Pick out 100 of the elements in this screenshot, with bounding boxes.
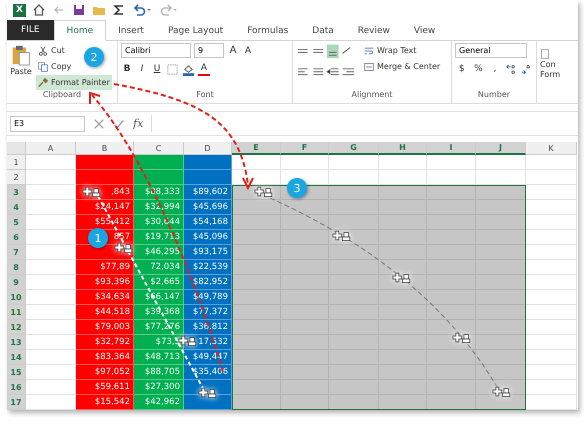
- table-cell: [232, 395, 281, 410]
- increase-decimal-icon[interactable]: [504, 62, 518, 76]
- row-header[interactable]: 16: [7, 380, 26, 395]
- shrink-font-button[interactable]: A: [242, 44, 254, 58]
- table-cell: [476, 230, 526, 245]
- copy-icon: [38, 62, 48, 72]
- table-cell: [281, 230, 329, 245]
- ribbon-tab[interactable]: Review: [346, 21, 402, 40]
- row-header[interactable]: 14: [7, 350, 26, 365]
- percent-button[interactable]: %: [472, 62, 486, 76]
- currency-button[interactable]: $: [455, 62, 469, 76]
- row-header[interactable]: 13: [7, 335, 26, 350]
- column-header[interactable]: H: [379, 142, 427, 155]
- ribbon-tab[interactable]: Formulas: [235, 21, 300, 40]
- name-box[interactable]: E3: [10, 116, 85, 132]
- group-label: Clipboard: [42, 90, 82, 102]
- column-header[interactable]: D: [184, 142, 232, 155]
- format-painter-button[interactable]: Format Painter: [36, 75, 112, 90]
- row-header[interactable]: 8: [7, 260, 26, 275]
- table-cell: $93,175: [184, 245, 232, 260]
- row-header[interactable]: 6: [7, 230, 26, 245]
- grow-font-button[interactable]: A: [227, 44, 239, 58]
- table-cell: [476, 260, 526, 275]
- table-cell: $24,147: [76, 200, 134, 215]
- row-header[interactable]: 1: [7, 155, 26, 170]
- column-header[interactable]: F: [281, 142, 329, 155]
- table-cell: $77,276: [134, 320, 184, 335]
- column-header[interactable]: C: [134, 142, 184, 155]
- table-cell: $46,295: [134, 245, 184, 260]
- sum-icon[interactable]: [112, 3, 126, 18]
- table-cell: [526, 365, 577, 380]
- insert-function-button[interactable]: fx: [133, 117, 144, 130]
- column-header[interactable]: A: [26, 142, 76, 155]
- table-cell: [379, 245, 427, 260]
- wrap-text-button[interactable]: Wrap Text: [362, 43, 442, 58]
- ribbon-tab[interactable]: View: [402, 21, 448, 40]
- column-header[interactable]: G: [329, 142, 379, 155]
- column-header[interactable]: K: [526, 142, 577, 155]
- row-header[interactable]: 4: [7, 200, 26, 215]
- table-cell: [526, 245, 577, 260]
- row-header[interactable]: 2: [7, 170, 26, 185]
- table-cell: $48,713: [134, 350, 184, 365]
- cancel-icon[interactable]: [93, 118, 105, 130]
- row-header[interactable]: 15: [7, 365, 26, 380]
- font-name-dropdown[interactable]: Calibri: [121, 43, 191, 58]
- borders-icon[interactable]: [166, 62, 179, 76]
- table-cell: [476, 305, 526, 320]
- table-cell: $59,611: [76, 380, 134, 395]
- table-cell: $88,333: [134, 185, 184, 200]
- plus-brush-cursor-icon: [80, 184, 102, 199]
- table-cell: [526, 395, 577, 410]
- column-header[interactable]: J: [476, 142, 526, 155]
- ribbon-tab[interactable]: Data: [300, 21, 346, 40]
- italic-button[interactable]: I: [136, 62, 148, 76]
- paste-button[interactable]: Paste: [10, 43, 32, 90]
- merge-center-button[interactable]: Merge & Center: [362, 59, 442, 74]
- table-cell: [526, 215, 577, 230]
- column-header[interactable]: E: [232, 142, 281, 155]
- row-header[interactable]: 5: [7, 215, 26, 230]
- row-header[interactable]: 12: [7, 320, 26, 335]
- row-header[interactable]: 17: [7, 395, 26, 410]
- table-cell: [476, 155, 526, 170]
- ribbon-tab[interactable]: Insert: [106, 21, 156, 40]
- row-header[interactable]: 3: [7, 185, 26, 200]
- table-cell: [526, 185, 577, 200]
- table-cell: [526, 350, 577, 365]
- table-cell: [379, 155, 427, 170]
- row-header[interactable]: 7: [7, 245, 26, 260]
- table-cell: [427, 395, 476, 410]
- column-header[interactable]: I: [427, 142, 476, 155]
- check-icon[interactable]: [113, 118, 125, 130]
- ribbon-tab[interactable]: FILE: [7, 20, 54, 40]
- save-icon[interactable]: [72, 3, 86, 18]
- table-cell: $66,147: [134, 290, 184, 305]
- home-icon[interactable]: [32, 3, 46, 18]
- table-cell: [476, 200, 526, 215]
- comma-button[interactable]: ,: [488, 62, 502, 76]
- table-cell: [281, 155, 329, 170]
- table-cell: [232, 260, 281, 275]
- underline-button[interactable]: U: [151, 62, 163, 76]
- table-cell: [232, 230, 281, 245]
- font-color-button[interactable]: A: [198, 62, 210, 76]
- row-header[interactable]: 9: [7, 275, 26, 290]
- ribbon-tab[interactable]: Page Layout: [156, 21, 236, 40]
- column-header[interactable]: B: [76, 142, 134, 155]
- group-label: Alignment: [350, 90, 394, 102]
- ribbon-tab[interactable]: Home: [54, 20, 106, 42]
- table-cell: $82,952: [184, 275, 232, 290]
- number-format-dropdown[interactable]: General: [455, 43, 527, 58]
- table-cell: $32,994: [134, 200, 184, 215]
- conditional-formatting-button[interactable]: Con Form: [540, 43, 575, 80]
- font-size-dropdown[interactable]: 9: [194, 43, 224, 58]
- table-cell: $88,705: [134, 365, 184, 380]
- table-cell: [526, 335, 577, 350]
- row-header[interactable]: 11: [7, 305, 26, 320]
- undo-icon[interactable]: [132, 3, 152, 18]
- table-icon: [540, 49, 550, 60]
- fill-color-icon[interactable]: [182, 62, 195, 76]
- bold-button[interactable]: B: [121, 62, 133, 76]
- row-header[interactable]: 10: [7, 290, 26, 305]
